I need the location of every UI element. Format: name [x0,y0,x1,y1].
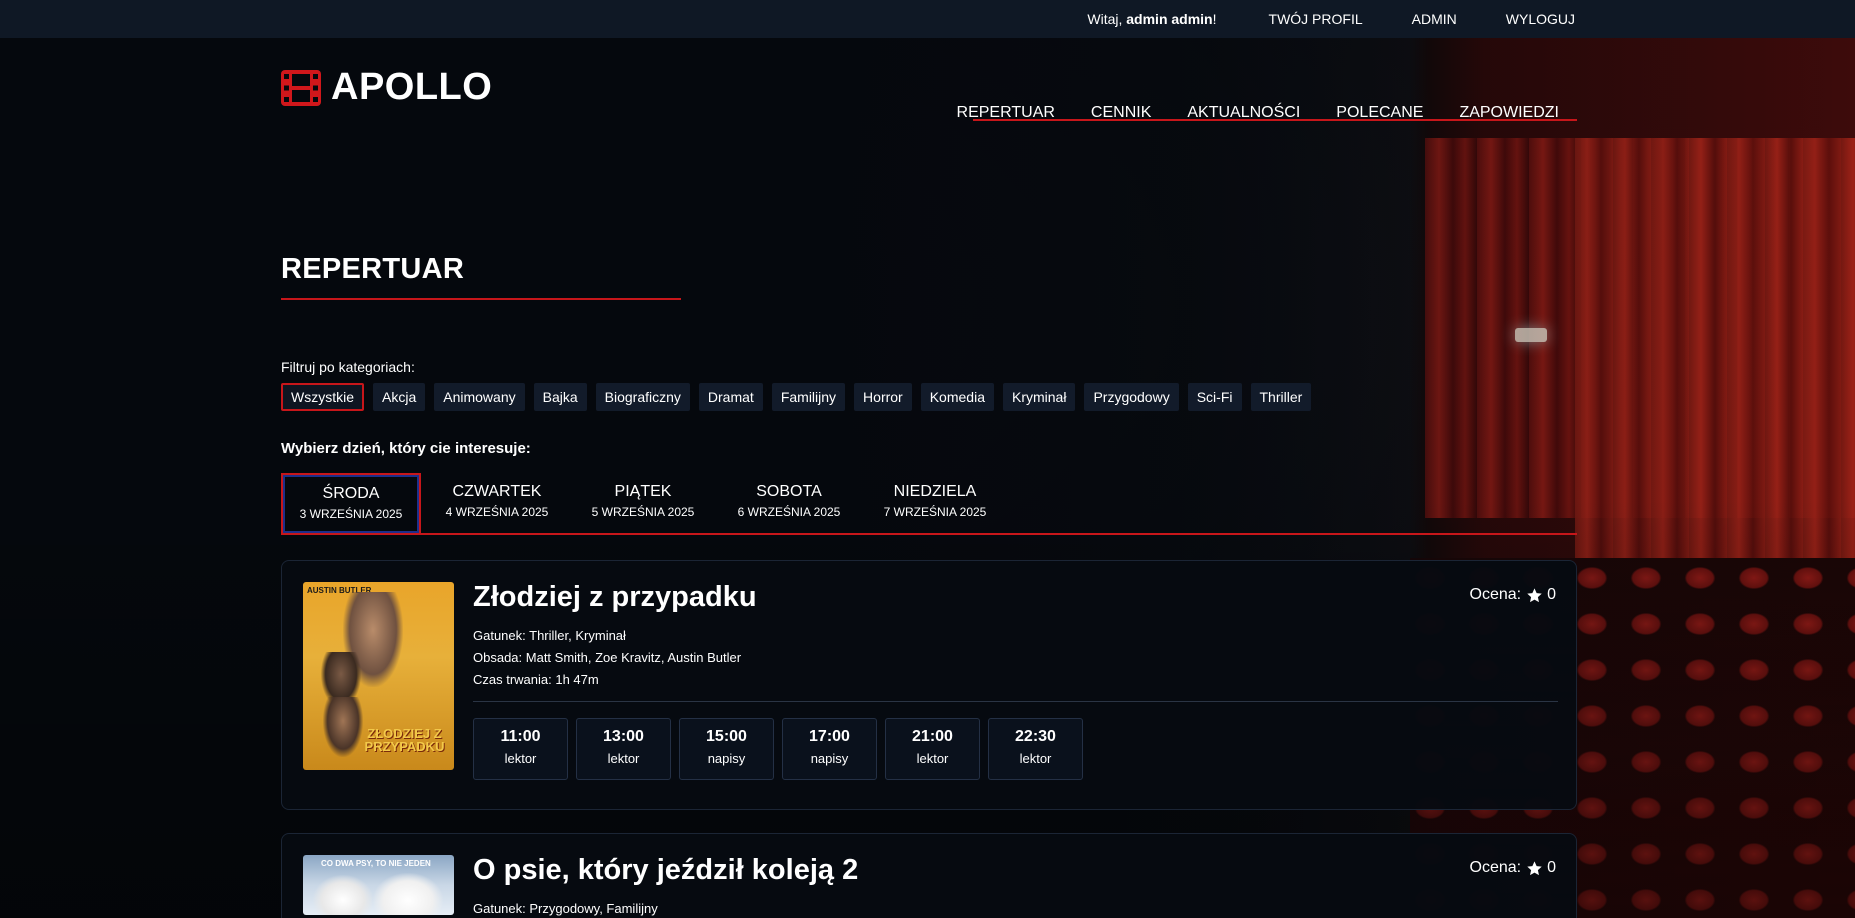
page-title: REPERTUAR [281,253,465,285]
day-tab-czwartek[interactable]: CZWARTEK 4 WRZEŚNIA 2025 [427,473,567,535]
greeting: Witaj, admin admin! [1087,11,1217,27]
admin-link[interactable]: ADMIN [1412,11,1457,27]
filter-label: Filtruj po kategoriach: [281,359,415,375]
day-date: 6 WRZEŚNIA 2025 [737,505,841,519]
rating-label: Ocena: [1469,859,1522,876]
movie-rating: Ocena: 0 [1470,859,1557,877]
day-name: PIĄTEK [614,483,672,500]
showtime-version: lektor [504,751,537,766]
showtime-hour: 13:00 [603,728,644,745]
day-date: 4 WRZEŚNIA 2025 [445,505,549,519]
movie-poster[interactable]: CO DWA PSY, TO NIE JEDEN [303,855,454,915]
day-date: 3 WRZEŚNIA 2025 [299,507,403,521]
category-chip-scifi[interactable]: Sci-Fi [1187,383,1242,411]
day-tab-sroda[interactable]: ŚRODA 3 WRZEŚNIA 2025 [281,473,421,535]
star-icon [1527,587,1542,602]
category-filters: Wszystkie Akcja Animowany Bajka Biografi… [281,383,1320,411]
day-tabs: ŚRODA 3 WRZEŚNIA 2025 CZWARTEK 4 WRZEŚNI… [281,473,1577,535]
category-chip-biograficzny[interactable]: Biograficzny [595,383,690,411]
day-select-label: Wybierz dzień, który cie interesuje: [281,440,531,457]
category-chip-animowany[interactable]: Animowany [434,383,525,411]
star-icon [1527,860,1542,875]
showtime-hour: 11:00 [500,728,541,745]
rating-value: 0 [1547,859,1556,876]
showtime-hour: 22:30 [1015,728,1056,745]
showtime-button[interactable]: 11:00 lektor [473,718,568,780]
showtime-version: napisy [810,751,849,766]
site-header: APOLLO REPERTUAR CENNIK AKTUALNOŚCI POLE… [281,38,1577,138]
day-name: NIEDZIELA [893,483,977,500]
category-chip-horror[interactable]: Horror [854,383,912,411]
showtime-button[interactable]: 22:30 lektor [988,718,1083,780]
movie-title[interactable]: O psie, który jeździł koleją 2 [473,854,858,887]
category-chip-komedia[interactable]: Komedia [920,383,994,411]
poster-text: CO DWA PSY, TO NIE JEDEN [321,859,431,868]
showtime-version: lektor [607,751,640,766]
movie-genre: Gatunek: Przygodowy, Familijny [473,901,658,916]
showtime-hour: 21:00 [912,728,953,745]
category-chip-kryminal[interactable]: Kryminał [1002,383,1076,411]
showtime-button[interactable]: 21:00 lektor [885,718,980,780]
logo-text: APOLLO [331,66,493,108]
movie-duration: Czas trwania: 1h 47m [473,672,599,687]
showtime-version: lektor [916,751,949,766]
showtime-hour: 17:00 [809,728,850,745]
nav-underline [973,119,1577,121]
title-underline [281,298,681,300]
movie-cast: Obsada: Matt Smith, Zoe Kravitz, Austin … [473,650,742,665]
day-tab-piatek[interactable]: PIĄTEK 5 WRZEŚNIA 2025 [573,473,713,535]
showtime-hour: 15:00 [706,728,747,745]
day-date: 7 WRZEŚNIA 2025 [883,505,987,519]
day-name: ŚRODA [322,485,380,502]
day-name: CZWARTEK [452,483,542,500]
movie-poster[interactable]: AUSTIN BUTLER ZŁODZIEJ Z PRZYPADKU [303,582,454,770]
category-chip-bajka[interactable]: Bajka [533,383,587,411]
showtime-version: napisy [707,751,746,766]
logo[interactable]: APOLLO [281,66,492,109]
day-name: SOBOTA [756,483,822,500]
user-name: admin admin [1126,11,1213,27]
category-chip-familijny[interactable]: Familijny [771,383,846,411]
movie-rating: Ocena: 0 [1470,586,1557,604]
showtime-button[interactable]: 15:00 napisy [679,718,774,780]
movie-card: CO DWA PSY, TO NIE JEDEN O psie, który j… [281,833,1577,918]
category-chip-wszystkie[interactable]: Wszystkie [281,383,364,411]
movie-title[interactable]: Złodziej z przypadku [473,581,757,614]
day-date: 5 WRZEŚNIA 2025 [591,505,695,519]
top-bar: Witaj, admin admin! TWÓJ PROFIL ADMIN WY… [0,0,1855,38]
logout-link[interactable]: WYLOGUJ [1506,11,1575,27]
category-chip-thriller[interactable]: Thriller [1250,383,1312,411]
category-chip-dramat[interactable]: Dramat [698,383,763,411]
showtime-button[interactable]: 17:00 napisy [782,718,877,780]
rating-value: 0 [1547,586,1556,603]
profile-link[interactable]: TWÓJ PROFIL [1269,11,1363,27]
film-icon [281,69,321,106]
day-tab-sobota[interactable]: SOBOTA 6 WRZEŚNIA 2025 [719,473,859,535]
main-nav: REPERTUAR CENNIK AKTUALNOŚCI POLECANE ZA… [940,38,1577,121]
category-chip-akcja[interactable]: Akcja [373,383,426,411]
day-tab-niedziela[interactable]: NIEDZIELA 7 WRZEŚNIA 2025 [865,473,1005,535]
card-divider [473,701,1558,702]
poster-title: ZŁODZIEJ Z PRZYPADKU [364,726,445,754]
category-chip-przygodowy[interactable]: Przygodowy [1084,383,1179,411]
movie-card: AUSTIN BUTLER ZŁODZIEJ Z PRZYPADKU Złodz… [281,560,1577,810]
showtimes: 11:00 lektor 13:00 lektor 15:00 napisy 17:0… [473,718,1091,780]
showtime-version: lektor [1019,751,1052,766]
showtime-button[interactable]: 13:00 lektor [576,718,671,780]
movie-genre: Gatunek: Thriller, Kryminał [473,628,626,643]
rating-label: Ocena: [1469,586,1522,603]
